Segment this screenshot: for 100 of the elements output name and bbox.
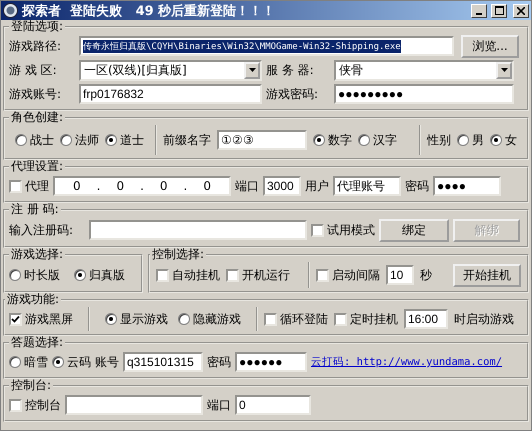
checkbox-icon[interactable] xyxy=(264,312,277,326)
field-label: 性别 xyxy=(427,132,451,148)
checkbox-option[interactable]: 循环登陆 xyxy=(264,310,328,328)
password-field[interactable]: ●●●●●● xyxy=(235,352,307,372)
checkbox-icon[interactable] xyxy=(156,268,169,282)
checkbox-option[interactable]: 定时挂机 xyxy=(334,310,398,328)
radio-icon[interactable] xyxy=(9,269,21,281)
radio-option[interactable]: 汉字 xyxy=(358,132,397,148)
radio-icon[interactable] xyxy=(313,134,325,146)
field-label: 端口 xyxy=(207,396,231,414)
text-field[interactable]: frp0176832 xyxy=(79,84,262,104)
radio-option[interactable]: 归真版 xyxy=(74,266,125,284)
radio-icon[interactable] xyxy=(105,313,117,325)
dropdown[interactable]: 侠骨 xyxy=(334,60,514,80)
field-label: 输入注册码: xyxy=(9,222,74,238)
checkbox-icon[interactable] xyxy=(311,224,324,236)
group-title: 注 册 码: xyxy=(10,203,60,216)
radio-option[interactable]: 法师 xyxy=(60,132,99,148)
radio-option[interactable]: 显示游戏 xyxy=(105,310,168,328)
radio-icon[interactable] xyxy=(9,356,21,368)
checkbox-icon[interactable] xyxy=(9,180,22,192)
field-label: 端口 xyxy=(235,178,259,194)
group-title: 角色创建: xyxy=(10,111,64,124)
text-field[interactable]: q315101315 xyxy=(123,352,203,372)
action-button[interactable]: 绑定 xyxy=(379,218,449,242)
radio-option[interactable]: 云码 xyxy=(52,354,91,370)
text-field[interactable]: 16:00 xyxy=(404,309,448,329)
radio-icon[interactable] xyxy=(358,134,370,146)
close-icon xyxy=(517,6,525,14)
password-field[interactable]: ●●●●●●●●● xyxy=(334,84,514,104)
radio-option[interactable]: 时长版 xyxy=(9,266,60,284)
close-button[interactable] xyxy=(513,4,529,18)
group-title: 控制台: xyxy=(10,379,52,392)
field-label: 游戏路径: xyxy=(9,38,62,54)
checkbox-option[interactable]: 代理 xyxy=(9,178,49,194)
group-title: 游戏选择: xyxy=(10,248,64,261)
group-title: 游戏功能: xyxy=(6,293,60,306)
field-label: 游戏密码: xyxy=(266,86,320,102)
field-label: 前缀名字 xyxy=(163,132,211,148)
maximize-icon xyxy=(494,6,504,15)
start-button[interactable]: 开始挂机 xyxy=(453,264,521,286)
radio-option[interactable]: 数字 xyxy=(313,132,352,148)
text-field[interactable]: 0 xyxy=(235,395,311,415)
radio-icon[interactable] xyxy=(490,134,502,146)
checkbox-icon[interactable] xyxy=(316,268,329,282)
radio-icon[interactable] xyxy=(457,134,469,146)
radio-option[interactable]: 男 xyxy=(457,132,484,148)
field-label: 密码 xyxy=(207,354,231,370)
website-link[interactable]: 云打码: http://www.yundama.com/ xyxy=(311,355,502,369)
field-label: 密码 xyxy=(405,178,429,194)
registration-code-field[interactable] xyxy=(89,220,307,240)
checkbox-icon[interactable] xyxy=(334,312,347,326)
text-field[interactable]: 代理账号 xyxy=(333,176,401,196)
password-field[interactable]: ●●●● xyxy=(433,176,501,196)
field-label: 时启动游戏 xyxy=(454,310,514,328)
app-icon xyxy=(3,3,18,18)
checkbox-option[interactable]: 自动挂机 xyxy=(156,266,220,284)
caret-icon xyxy=(500,68,508,72)
radio-option[interactable]: 暗雪 xyxy=(9,354,48,370)
radio-icon[interactable] xyxy=(52,356,64,368)
minimize-icon xyxy=(476,13,482,15)
field-label: 秒 xyxy=(420,266,432,284)
group-title: 控制选择: xyxy=(151,248,206,261)
checkbox-option[interactable]: 开机运行 xyxy=(226,266,290,284)
window-title: 探索者 登陆失败 49 秒后重新登陆！！！ xyxy=(22,2,276,20)
checkbox-option[interactable]: 试用模式 xyxy=(311,222,375,238)
ip-address-field[interactable]: 0 . 0 . 0 . 0 xyxy=(53,176,231,196)
text-field[interactable]: 10 xyxy=(386,265,414,285)
field-label: 账号 xyxy=(95,354,119,370)
checkbox-icon[interactable] xyxy=(226,268,239,282)
minimize-button[interactable] xyxy=(471,4,487,18)
group-title: 答题选择: xyxy=(10,336,64,349)
text-field[interactable]: ①②③ xyxy=(217,130,307,150)
dropdown[interactable]: 一区(双线)[归真版] xyxy=(79,60,262,80)
radio-icon[interactable] xyxy=(60,134,72,146)
checkbox-icon[interactable] xyxy=(9,312,22,326)
field-label: 服 务 器: xyxy=(266,62,315,78)
checkbox-option[interactable]: 控制台 xyxy=(9,396,61,414)
radio-icon[interactable] xyxy=(105,134,117,146)
field-label: 游戏账号: xyxy=(9,86,62,102)
checkbox-icon[interactable] xyxy=(9,398,22,412)
console-field[interactable] xyxy=(65,395,203,415)
field-label: 用户 xyxy=(305,178,329,194)
radio-icon[interactable] xyxy=(178,313,190,325)
caret-icon xyxy=(248,68,256,72)
radio-option[interactable]: 道士 xyxy=(105,132,144,148)
radio-option[interactable]: 战士 xyxy=(15,132,54,148)
radio-icon[interactable] xyxy=(15,134,27,146)
group-title: 代理设置: xyxy=(10,160,64,173)
radio-icon[interactable] xyxy=(74,269,86,281)
path-field[interactable]: 传奇永恒归真版\CQYH\Binaries\Win32\MMOGame-Win32-Shipping.exe xyxy=(79,36,454,56)
field-label: 游 戏 区: xyxy=(9,62,58,78)
checkbox-option[interactable]: 启动间隔 xyxy=(316,266,380,284)
browse-button[interactable]: 浏览... xyxy=(461,34,519,58)
maximize-button[interactable] xyxy=(491,4,507,18)
text-field[interactable]: 3000 xyxy=(263,176,301,196)
checkbox-option[interactable]: 游戏黑屏 xyxy=(9,310,73,328)
group-title: 登陆选项: xyxy=(10,20,64,33)
radio-option[interactable]: 隐藏游戏 xyxy=(178,310,241,328)
radio-option[interactable]: 女 xyxy=(490,132,517,148)
